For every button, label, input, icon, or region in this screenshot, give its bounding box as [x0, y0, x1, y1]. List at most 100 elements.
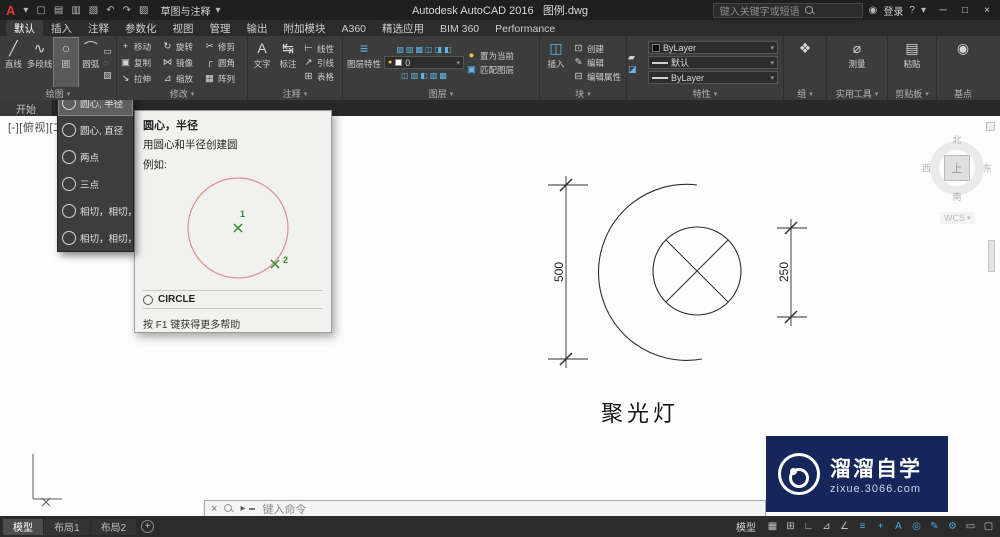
- utilities-panel-footer[interactable]: 实用工具 ▾: [827, 87, 887, 100]
- leader-button[interactable]: ↗ 引线: [301, 57, 341, 69]
- angle-toggle-icon[interactable]: ∠: [836, 518, 853, 535]
- block-panel-footer[interactable]: 块 ▾: [540, 87, 626, 100]
- command-line[interactable]: × ▸ 键入命令: [204, 500, 766, 517]
- insert-block-button[interactable]: ◫ 插入: [541, 38, 571, 87]
- tab-view[interactable]: 视图: [165, 20, 202, 36]
- annotation-panel-footer[interactable]: 注释 ▾: [248, 87, 342, 100]
- open-file-icon[interactable]: ▤: [52, 5, 65, 16]
- copy-button[interactable]: ▣ 复制: [118, 55, 160, 71]
- scale-button[interactable]: ⊿ 缩放: [160, 71, 202, 87]
- layout-tab-model[interactable]: 模型: [3, 518, 43, 535]
- new-file-icon[interactable]: ▢: [34, 5, 47, 16]
- add-layout-button[interactable]: +: [141, 520, 155, 533]
- viewcube-west-label[interactable]: 西: [922, 162, 931, 175]
- tab-output[interactable]: 输出: [239, 20, 276, 36]
- fillet-button[interactable]: ╭ 圆角: [202, 55, 244, 71]
- model-space-toggle[interactable]: 模型: [729, 519, 763, 534]
- command-input[interactable]: 键入命令: [262, 501, 306, 517]
- viewcube-south-label[interactable]: 南: [952, 190, 961, 203]
- text-button[interactable]: A 文字: [249, 38, 275, 87]
- menu-item-3point[interactable]: 三点: [58, 170, 133, 197]
- snap-toggle-icon[interactable]: ⊞: [782, 518, 799, 535]
- clipboard-panel-footer[interactable]: 剪贴板 ▾: [888, 87, 936, 100]
- viewcube-top-face[interactable]: 上: [944, 155, 970, 181]
- viewcube-north-label[interactable]: 北: [952, 133, 961, 146]
- edit-attributes-button[interactable]: ⊟ 编辑属性: [571, 71, 623, 83]
- layer-vpfreeze-icon[interactable]: ▨: [411, 71, 419, 80]
- tab-bim360[interactable]: BIM 360: [432, 20, 487, 36]
- help-icon[interactable]: ?: [909, 5, 915, 16]
- layer-on-icon[interactable]: ◨: [435, 45, 443, 54]
- trim-button[interactable]: ✂ 修剪: [202, 39, 244, 55]
- save-icon[interactable]: ▥: [69, 5, 82, 16]
- group-panel-footer[interactable]: 组 ▾: [784, 87, 826, 100]
- menu-item-tan-tan-tan[interactable]: 相切，相切，相切: [58, 224, 133, 251]
- app-menu-caret-icon[interactable]: ▾: [21, 5, 30, 16]
- array-button[interactable]: ▦ 阵列: [202, 71, 244, 87]
- menu-item-center-diameter[interactable]: 圆心, 直径: [58, 116, 133, 143]
- layer-lock-icon[interactable]: ◫: [425, 45, 433, 54]
- linear-button[interactable]: ⊢ 线性: [301, 43, 341, 55]
- line-button[interactable]: ╱ 直线: [1, 38, 26, 87]
- polar-toggle-icon[interactable]: ⊿: [818, 518, 835, 535]
- annotation-toggle-icon[interactable]: A: [890, 518, 907, 535]
- lineweight-dropdown[interactable]: 默认 ▾: [648, 56, 778, 69]
- minimize-button[interactable]: ─: [932, 0, 954, 20]
- viewcube-east-label[interactable]: 东: [983, 162, 992, 175]
- paste-button[interactable]: ▤ 粘贴: [897, 38, 927, 87]
- layer-dropdown[interactable]: ● 0 ▾: [384, 56, 464, 69]
- autocad-logo-icon[interactable]: A: [4, 3, 17, 18]
- layer-properties-button[interactable]: ≡ 图层特性: [344, 38, 384, 87]
- isolate-objects-icon[interactable]: ▭: [962, 518, 979, 535]
- tab-annotate[interactable]: 注释: [80, 20, 117, 36]
- match-properties-icon[interactable]: ▰: [628, 52, 648, 62]
- make-current-button[interactable]: ● 置为当前: [464, 50, 534, 62]
- navbar-widget[interactable]: [986, 122, 995, 131]
- ellipse-icon[interactable]: ◌: [103, 58, 115, 68]
- circle-button[interactable]: ○ 圆: [52, 37, 80, 87]
- search-icon[interactable]: [804, 5, 814, 15]
- create-block-button[interactable]: ⊡ 创建: [571, 43, 623, 55]
- stretch-button[interactable]: ↘ 拉伸: [118, 71, 160, 87]
- basepoint-panel-footer[interactable]: 基点: [937, 87, 989, 100]
- command-search-icon[interactable]: [224, 504, 233, 513]
- tab-home[interactable]: 默认: [6, 20, 43, 36]
- arc-button[interactable]: ⌒ 圆弧: [78, 38, 103, 87]
- dimension-button[interactable]: ↹ 标注: [275, 38, 301, 87]
- rotate-button[interactable]: ↻ 旋转: [160, 39, 202, 55]
- table-button[interactable]: ⊞ 表格: [301, 71, 341, 83]
- layout-tab-layout2[interactable]: 布局2: [90, 518, 137, 535]
- layer-freeze-icon[interactable]: ▩: [415, 45, 423, 54]
- user-icon[interactable]: ◉: [869, 5, 878, 16]
- clean-screen-icon[interactable]: ▢: [980, 518, 997, 535]
- plot-icon[interactable]: ▨: [137, 5, 150, 16]
- move-button[interactable]: + 移动: [118, 39, 160, 55]
- menu-item-tan-tan-radius[interactable]: 相切，相切，半径: [58, 197, 133, 224]
- layer-thaw-icon[interactable]: ◧: [444, 45, 452, 54]
- layer-state-icon[interactable]: ◧: [420, 71, 428, 80]
- properties-palette-icon[interactable]: ◪: [628, 64, 648, 74]
- tab-featured-apps[interactable]: 精选应用: [374, 20, 432, 36]
- undo-icon[interactable]: ↶: [104, 5, 116, 16]
- draw-panel-footer[interactable]: 绘图 ▾: [0, 87, 116, 100]
- polyline-button[interactable]: ∿ 多段线: [26, 38, 54, 87]
- modify-panel-footer[interactable]: 修改 ▾: [117, 87, 247, 100]
- wcs-selector[interactable]: WCS ▾: [940, 212, 975, 224]
- arc-entity[interactable]: [597, 183, 703, 361]
- group-button[interactable]: ❖: [792, 38, 818, 87]
- command-close-icon[interactable]: ×: [211, 503, 217, 515]
- layer-merge-icon[interactable]: ▧: [430, 71, 438, 80]
- isodraft-toggle-icon[interactable]: ≡: [854, 518, 871, 535]
- grid-toggle-icon[interactable]: ▦: [764, 518, 781, 535]
- print-icon[interactable]: ▧: [87, 5, 100, 16]
- file-tab-start[interactable]: 开始: [0, 100, 53, 116]
- measure-button[interactable]: ⌀ 测量: [840, 38, 874, 87]
- workspace-toggle-icon[interactable]: ✎: [926, 518, 943, 535]
- linetype-dropdown[interactable]: ByLayer ▾: [648, 71, 778, 84]
- layer-delete-icon[interactable]: ▩: [439, 71, 447, 80]
- mirror-button[interactable]: ⋈ 镜像: [160, 55, 202, 71]
- signin-link[interactable]: 登录: [883, 3, 903, 18]
- ortho-toggle-icon[interactable]: ∟: [800, 518, 817, 535]
- layer-walk-icon[interactable]: ◫: [401, 71, 409, 80]
- tab-manage[interactable]: 管理: [202, 20, 239, 36]
